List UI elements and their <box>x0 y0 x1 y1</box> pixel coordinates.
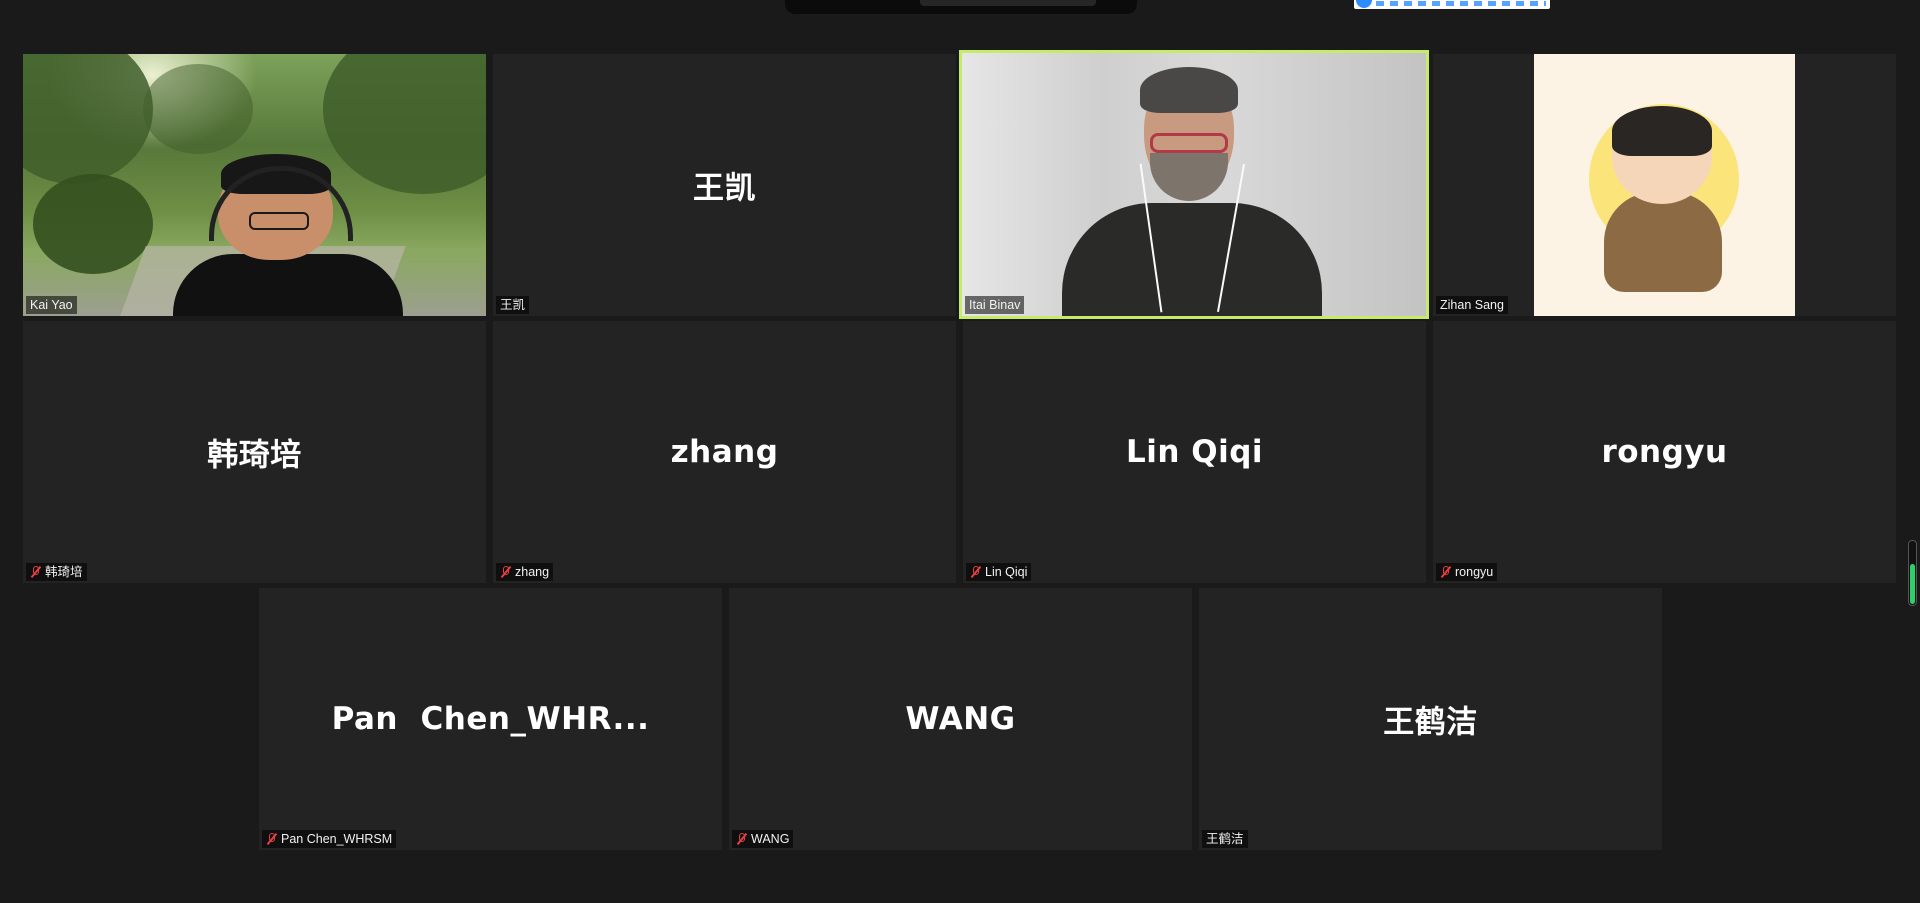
name-label: 韩琦培 <box>26 563 87 581</box>
participant-name-display: 王鹤洁 <box>1383 704 1478 741</box>
muted-mic-icon <box>30 566 41 578</box>
video-tile-wang-hejie[interactable]: 王鹤洁 王鹤洁 <box>1199 588 1662 850</box>
share-icon <box>1356 0 1372 8</box>
video-tile-wang-kai[interactable]: 王凯 王凯 <box>493 54 956 316</box>
video-tile-rongyu[interactable]: rongyu rongyu <box>1433 321 1896 583</box>
name-label: rongyu <box>1436 563 1498 581</box>
screen-share-indicator[interactable] <box>1354 0 1550 9</box>
participant-video <box>173 254 403 316</box>
video-tile-pan-chen[interactable]: Pan Chen_WHR... Pan Chen_WHRSM <box>259 588 722 850</box>
video-tile-zhang[interactable]: zhang zhang <box>493 321 956 583</box>
audio-level-fill <box>1910 563 1915 604</box>
name-label: Lin Qiqi <box>966 563 1032 581</box>
audio-level-scrollbar[interactable] <box>1908 540 1917 606</box>
name-label: WANG <box>732 830 794 848</box>
participant-name-display: 韩琦培 <box>207 437 302 474</box>
name-label: Pan Chen_WHRSM <box>262 830 397 848</box>
muted-mic-icon <box>970 566 981 578</box>
muted-mic-icon <box>266 833 277 845</box>
video-tile-kai-yao[interactable]: Kai Yao <box>23 54 486 316</box>
participant-name-display: rongyu <box>1601 434 1728 470</box>
share-status-strip <box>1376 1 1546 6</box>
name-label: Kai Yao <box>26 296 77 314</box>
name-label: zhang <box>496 563 554 581</box>
video-tile-wang[interactable]: WANG WANG <box>729 588 1192 850</box>
name-label: Itai Binav <box>965 296 1025 314</box>
muted-mic-icon <box>500 566 511 578</box>
video-tile-zihan-sang[interactable]: Zihan Sang <box>1433 54 1896 316</box>
toolbar-grip <box>920 0 1096 6</box>
muted-mic-icon <box>736 833 747 845</box>
participant-name-display: WANG <box>905 701 1016 737</box>
video-tile-itai-binav[interactable]: Itai Binav <box>959 50 1429 319</box>
participant-name-display: Pan Chen_WHR... <box>331 701 650 737</box>
name-label: 王鹤洁 <box>1202 830 1248 848</box>
top-toolbar-handle[interactable] <box>785 0 1137 14</box>
participant-name-display: 王凯 <box>693 170 756 207</box>
video-tile-lin-qiqi[interactable]: Lin Qiqi Lin Qiqi <box>963 321 1426 583</box>
video-tile-han-qipei[interactable]: 韩琦培 韩琦培 <box>23 321 486 583</box>
monk-avatar <box>1534 54 1795 316</box>
name-label: Zihan Sang <box>1436 296 1508 314</box>
participant-name-display: Lin Qiqi <box>1125 434 1264 470</box>
muted-mic-icon <box>1440 566 1451 578</box>
name-label: 王凯 <box>496 296 530 314</box>
participant-name-display: zhang <box>670 434 779 470</box>
